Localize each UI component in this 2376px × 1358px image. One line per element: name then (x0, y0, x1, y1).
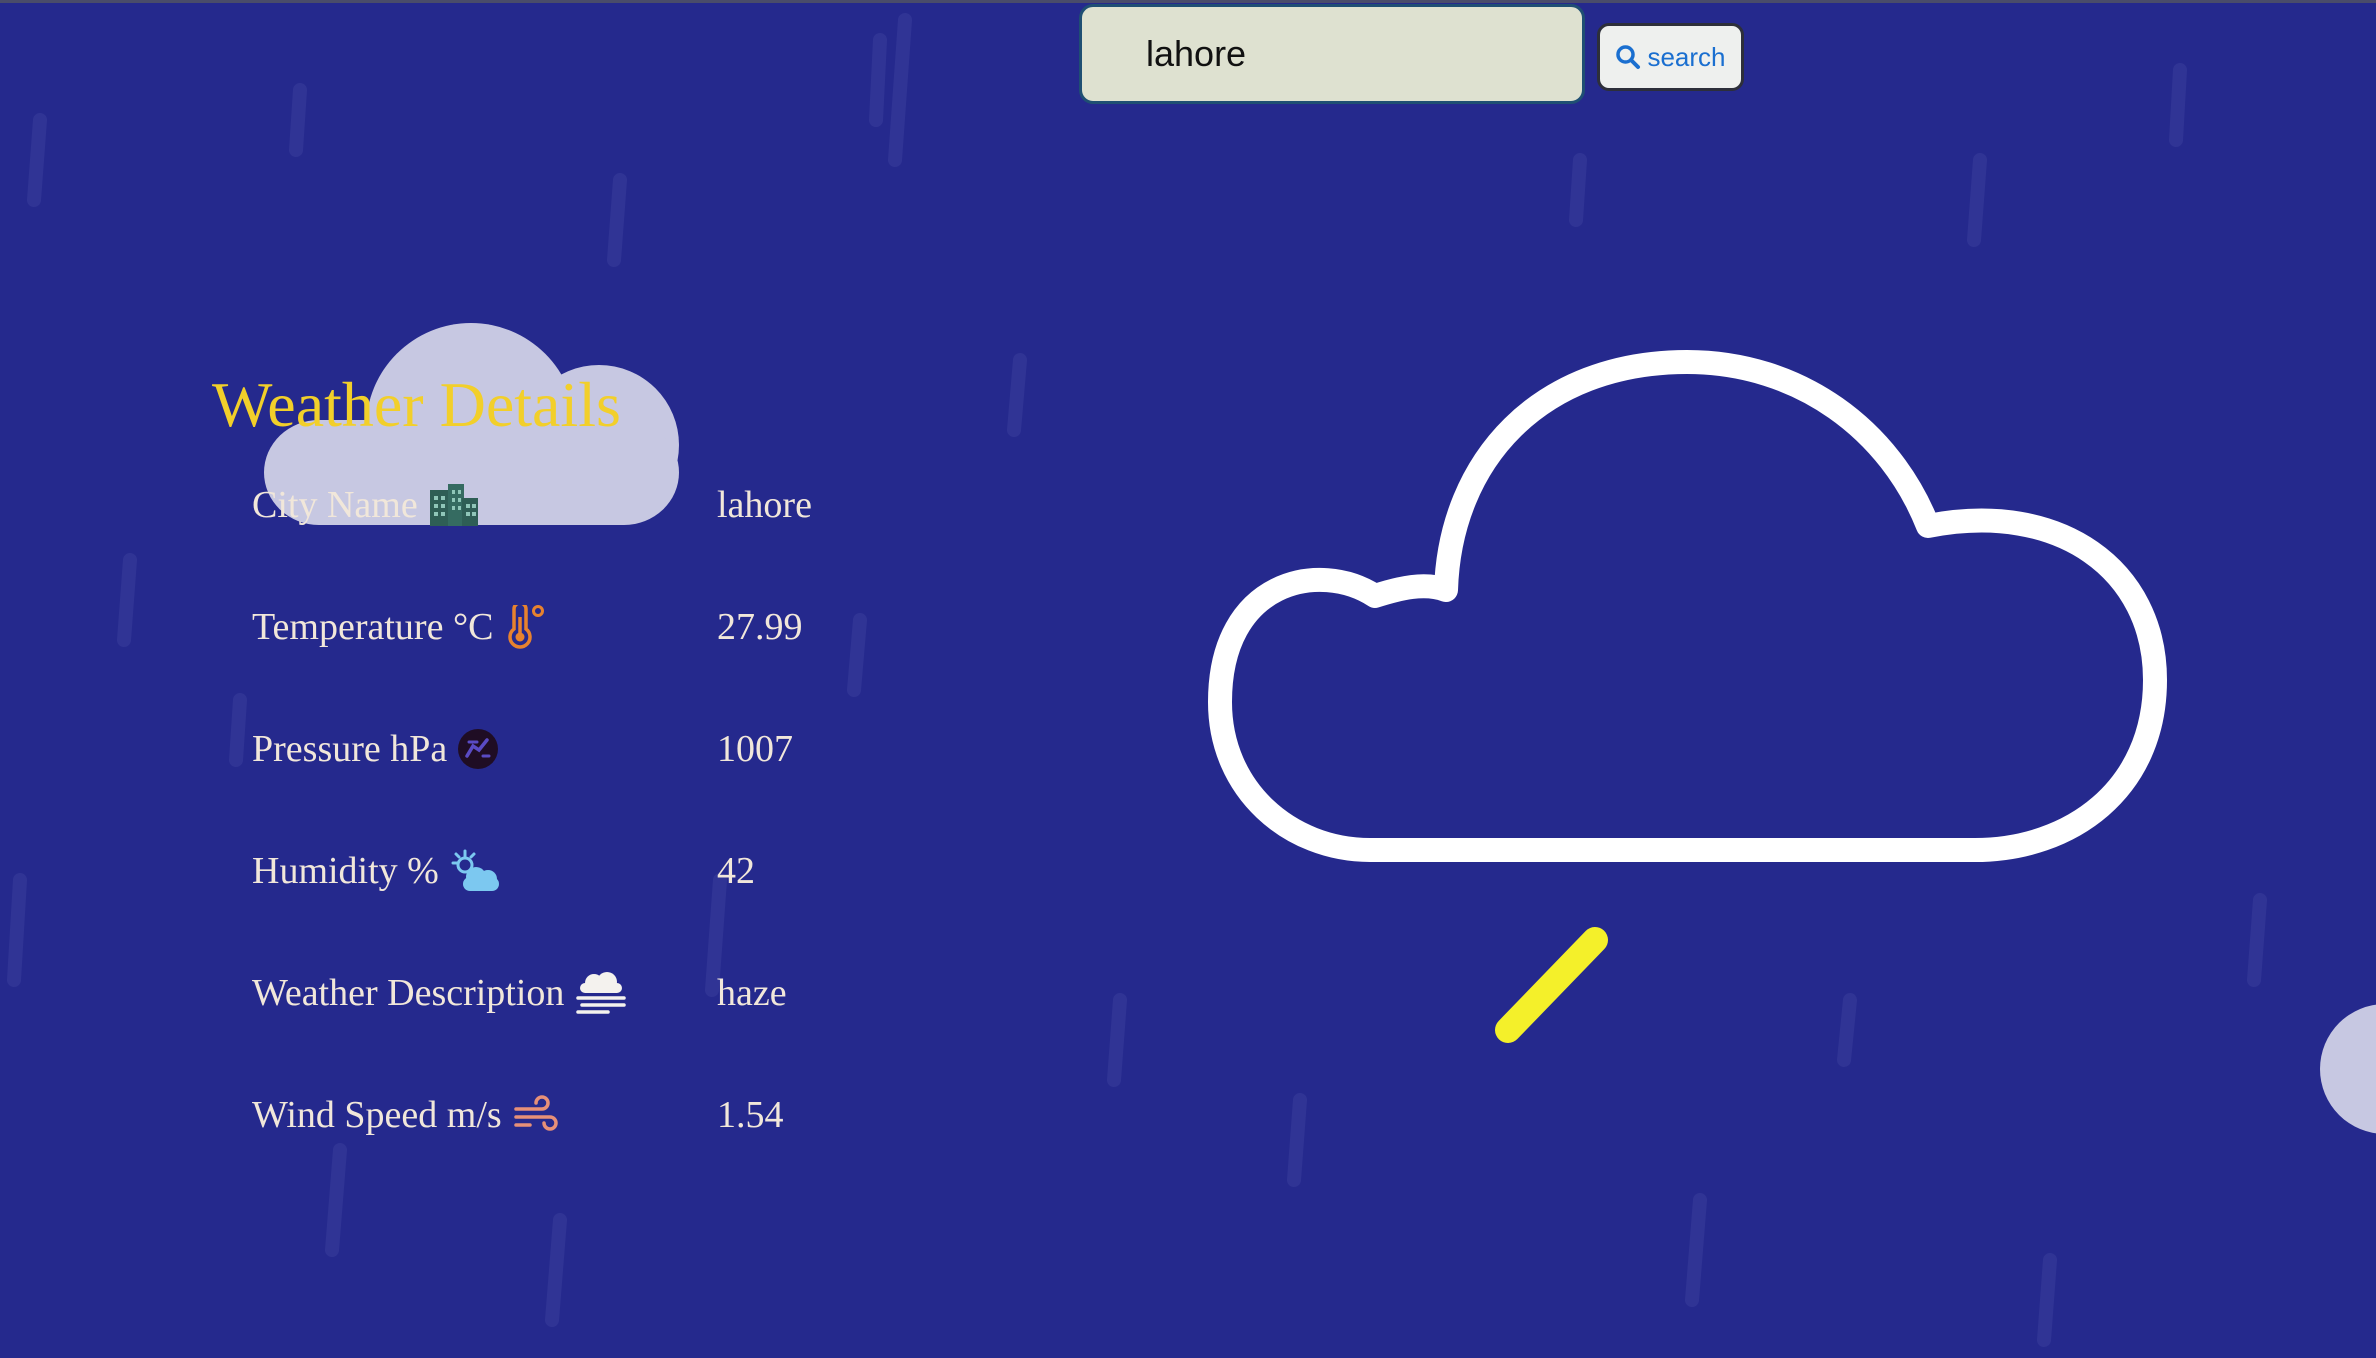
detail-value-city: lahore (717, 484, 812, 526)
detail-label-temperature: Temperature °C (252, 606, 494, 648)
detail-label-city: City Name (252, 484, 418, 526)
detail-value-description: haze (717, 972, 787, 1014)
fog-icon (574, 971, 628, 1015)
window-top-border (0, 0, 2376, 3)
detail-value-wind: 1.54 (717, 1094, 784, 1136)
page-title: Weather Details (212, 369, 621, 440)
weather-details-table: City Name lahore Temperature °C 27.99 Pr… (252, 465, 852, 1197)
city-search-input[interactable] (1079, 4, 1585, 104)
detail-label-description: Weather Description (252, 972, 565, 1014)
search-icon (1616, 45, 1641, 69)
detail-value-humidity: 42 (717, 850, 755, 892)
detail-row-description: Weather Description haze (252, 953, 852, 1075)
detail-row-temperature: Temperature °C 27.99 (252, 587, 852, 709)
detail-row-pressure: Pressure hPa 1007 (252, 709, 852, 831)
detail-value-temperature: 27.99 (717, 606, 803, 648)
wind-icon (512, 1095, 558, 1135)
city-icon (428, 484, 480, 526)
detail-label-pressure: Pressure hPa (252, 728, 448, 770)
sun-cloud-icon (449, 849, 501, 893)
detail-row-humidity: Humidity % 42 (252, 831, 852, 953)
detail-row-wind: Wind Speed m/s 1.54 (252, 1075, 852, 1197)
decorative-cloud-edge (2320, 1004, 2376, 1134)
thermometer-icon (504, 601, 548, 649)
detail-label-wind: Wind Speed m/s (252, 1094, 502, 1136)
detail-value-pressure: 1007 (717, 728, 793, 770)
search-button-label: search (1647, 41, 1726, 72)
lightning-bolt-icon (1450, 927, 1620, 1060)
weather-cloud-icon (1208, 350, 2167, 862)
search-button[interactable]: search (1597, 23, 1744, 91)
detail-label-humidity: Humidity % (252, 850, 439, 892)
pressure-icon (457, 728, 499, 770)
detail-row-city: City Name lahore (252, 465, 852, 587)
